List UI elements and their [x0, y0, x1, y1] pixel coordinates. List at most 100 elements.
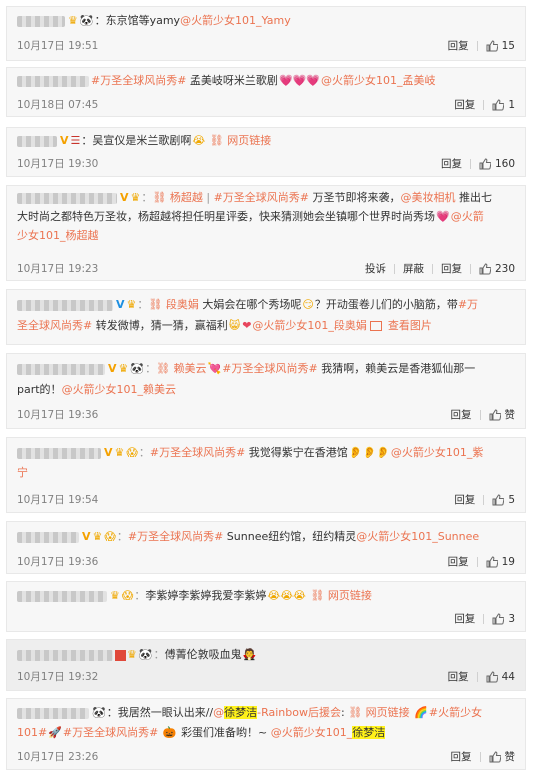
comment-list: ♛ 🐼 ：东京馆等yamy@火箭少女101_Yamy 10月17日 19:51 回复…: [0, 0, 537, 780]
username-blurred[interactable]: [17, 363, 105, 375]
mention-link[interactable]: ⛓ 赖美云: [156, 362, 206, 375]
highlighted-name: 徐梦洁: [224, 706, 258, 719]
comment-body-line-2: 101#🚀#万圣全球风尚秀# 🎃 彩蛋们准备哟！~ @火箭少女101_徐梦洁: [17, 724, 515, 742]
username-blurred[interactable]: [17, 707, 89, 719]
mention-link[interactable]: @火箭少女101_紫: [391, 446, 484, 459]
topic-link[interactable]: 101#: [17, 726, 47, 739]
reply-button[interactable]: 回复: [454, 494, 475, 506]
topic-link[interactable]: #万圣全球风尚秀#: [222, 362, 317, 375]
reply-button[interactable]: 回复: [441, 158, 462, 170]
mention-link[interactable]: @火箭少女101_Sunnee: [356, 530, 479, 543]
reply-button[interactable]: 回复: [448, 556, 469, 568]
like-icon[interactable]: [492, 613, 505, 625]
comment-body-line-2: 圣全球风尚秀# 转发微博，猜一猜，赢福利😸 ❤@火箭少女101_段奥娟 查看图片: [17, 317, 515, 335]
like-label: 赞: [504, 409, 516, 421]
topic-link[interactable]: #万圣全球风尚秀#: [63, 726, 158, 739]
reply-button[interactable]: 回复: [454, 613, 475, 625]
comment-text: Sunnee纽约馆，纽约精灵: [226, 530, 357, 543]
username-blurred[interactable]: [17, 447, 101, 459]
like-icon[interactable]: [486, 40, 498, 52]
like-icon[interactable]: [489, 751, 501, 763]
like-icon[interactable]: [492, 99, 505, 111]
comment-card: V ♛ 🐼：⛓ 赖美云💘#万圣全球风尚秀# 我猜啊，赖美云是香港狐仙那一 part的…: [6, 353, 526, 429]
mention-link[interactable]: @火箭少女101_段奥娟: [252, 319, 367, 332]
like-icon[interactable]: [492, 494, 505, 506]
topic-link[interactable]: #火箭少女: [429, 706, 482, 719]
comment-text: :: [340, 706, 345, 719]
like-icon[interactable]: [486, 556, 498, 568]
topic-link[interactable]: #万: [458, 298, 478, 311]
topic-link[interactable]: #万圣全球风尚秀#: [91, 74, 186, 87]
block-button[interactable]: 屏蔽: [403, 263, 424, 275]
comment-text: ？开动蛋卷儿们的小脑筋，带: [314, 298, 458, 311]
comment-text: 大时尚之都特色万圣妆，杨超越将担任明星评委，快来猜测她会坐镇哪个世界时尚秀场: [17, 210, 435, 223]
comment-text: 大娟会在哪个秀场呢: [202, 298, 302, 311]
reply-button[interactable]: 回复: [448, 671, 469, 683]
like-count: 15: [501, 40, 515, 52]
username-blurred[interactable]: [17, 192, 117, 204]
mention-link[interactable]: -Rainbow后援会: [257, 706, 341, 719]
reply-button[interactable]: 回复: [441, 263, 462, 275]
web-link[interactable]: ⛓ 网页链接: [348, 706, 409, 719]
divider: [393, 264, 395, 274]
level-badge-icon: ♛: [127, 648, 137, 661]
comment-card: V ♛：⛓ 杨超越 | #万圣全球风尚秀# 万圣节即将来袭，@美妆相机 推出七 大…: [6, 185, 526, 281]
link-icon: ⛓: [209, 134, 224, 147]
mention-link[interactable]: @美妆相机: [401, 191, 456, 204]
link-icon: ⛓: [148, 298, 163, 311]
mention-link[interactable]: ⛓ 段奥娟: [148, 298, 198, 311]
web-link[interactable]: ⛓ 网页链接: [310, 589, 371, 602]
reply-button[interactable]: 回复: [454, 99, 475, 111]
comment-date: 10月17日: [17, 409, 65, 421]
mention-link[interactable]: ⛓ 杨超越: [152, 191, 202, 204]
topic-link[interactable]: #万圣全球风尚秀#: [128, 530, 223, 543]
pumpkin-icon: 🎃: [162, 726, 177, 739]
web-link[interactable]: ⛓ 网页链接: [210, 134, 271, 147]
mention-link[interactable]: @火箭少女101_赖美云: [62, 383, 177, 396]
timestamp: 10月17日 19:23: [17, 262, 98, 276]
like-icon[interactable]: [479, 158, 491, 170]
mention-link[interactable]: @火箭少女101_: [271, 726, 353, 739]
comment-text: ：东京馆等yamy: [94, 14, 181, 27]
comment-actions: 回复 赞: [451, 408, 516, 422]
username-blurred[interactable]: [17, 299, 113, 311]
username-blurred[interactable]: [17, 75, 89, 87]
comment-date: 10月17日: [17, 671, 65, 683]
mention-link[interactable]: 少女101_杨超越: [17, 229, 99, 242]
username-blurred[interactable]: [17, 135, 57, 147]
report-button[interactable]: 投诉: [365, 263, 386, 275]
username-blurred[interactable]: [17, 15, 65, 27]
like-icon[interactable]: [489, 409, 501, 421]
like-icon[interactable]: [479, 263, 491, 275]
username-blurred[interactable]: [17, 590, 107, 602]
mention-link[interactable]: 宁: [17, 466, 28, 479]
username-blurred[interactable]: [17, 531, 79, 543]
panda-badge-icon: 🐼: [92, 706, 106, 719]
comment-card: ♛ 🐼：东京馆等yamy@火箭少女101_Yamy 10月17日 19:51 回复…: [6, 6, 526, 61]
level-badge-icon: ♛: [118, 362, 129, 375]
topic-link[interactable]: 圣全球风尚秀#: [17, 319, 92, 332]
topic-link[interactable]: #万圣全球风尚秀#: [150, 446, 245, 459]
rainbow-icon: 🌈: [414, 706, 428, 719]
divider: [483, 495, 485, 505]
reply-button[interactable]: 回复: [448, 40, 469, 52]
topic-link[interactable]: #万圣全球风尚秀#: [214, 191, 309, 204]
reply-button[interactable]: 回复: [451, 409, 472, 421]
comment-time: 19:51: [68, 40, 99, 52]
mention-link[interactable]: @火箭少女101_Yamy: [180, 14, 291, 27]
reply-button[interactable]: 回复: [451, 751, 472, 763]
like-icon[interactable]: [486, 671, 498, 683]
comment-time: 19:36: [68, 409, 99, 421]
heart-icon: 💗💗💗: [278, 74, 321, 87]
mention-link[interactable]: @火箭少女101_孟美岐: [321, 74, 436, 87]
emoji-icon: 😸: [228, 319, 241, 332]
comment-date: 10月17日: [17, 751, 65, 763]
level-badge-icon: ♛: [114, 446, 125, 459]
username-blurred[interactable]: [17, 649, 113, 661]
mention-link[interactable]: @: [213, 706, 224, 719]
comment-text: 彩蛋们准备哟！~: [181, 726, 268, 739]
view-picture-link[interactable]: 查看图片: [370, 319, 432, 332]
comment-date: 10月18日: [17, 99, 65, 111]
comment-date: 10月17日: [17, 158, 65, 170]
mention-link[interactable]: @火箭: [451, 210, 484, 223]
